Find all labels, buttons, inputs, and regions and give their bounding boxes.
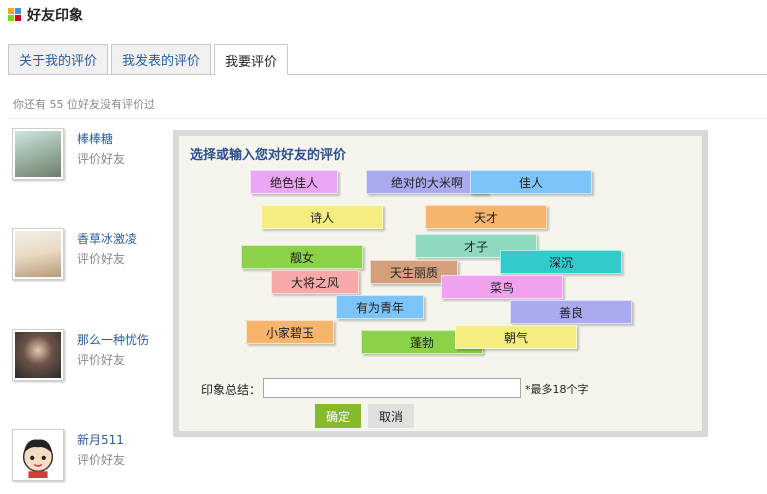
avatar[interactable]	[12, 228, 64, 280]
dialog-title: 选择或输入您对好友的评价	[190, 148, 347, 163]
friends-impression-icon	[8, 8, 22, 22]
friend-name[interactable]: 香草冰激凌	[77, 230, 137, 247]
tag-option[interactable]: 小家碧玉	[246, 320, 334, 344]
rate-friend-link[interactable]: 评价好友	[77, 250, 125, 267]
tag-option[interactable]: 有为青年	[336, 295, 424, 319]
cartoon-avatar-icon	[15, 432, 61, 478]
rate-friend-link[interactable]: 评价好友	[77, 351, 125, 368]
tag-option[interactable]: 靓女	[241, 245, 363, 269]
cancel-button[interactable]: 取消	[368, 404, 414, 428]
tag-option[interactable]: 诗人	[261, 205, 383, 229]
rate-friend-link[interactable]: 评价好友	[77, 451, 125, 468]
friend-name[interactable]: 那么一种忧伤	[77, 331, 149, 348]
rate-friend-dialog: 选择或输入您对好友的评价 绝对的大米啊 绝色佳人 佳人 诗人 天才 才子 靓女 …	[173, 130, 708, 437]
avatar[interactable]	[12, 128, 64, 180]
summary-label: 印象总结：	[201, 383, 262, 397]
tab-my-posted[interactable]: 我发表的评价	[111, 44, 212, 74]
tab-about-me[interactable]: 关于我的评价	[8, 44, 109, 74]
avatar[interactable]	[12, 429, 64, 481]
rate-friend-link[interactable]: 评价好友	[77, 150, 125, 167]
page-header: 好友印象	[8, 6, 83, 24]
tag-option[interactable]: 天才	[425, 205, 547, 229]
tag-option[interactable]: 大将之风	[271, 270, 359, 294]
tag-option[interactable]: 朝气	[455, 325, 577, 349]
tag-option[interactable]: 绝色佳人	[250, 170, 338, 194]
page-title: 好友印象	[27, 8, 83, 24]
friend-item: 棒棒糖 评价好友	[12, 128, 172, 184]
tag-option[interactable]: 深沉	[500, 250, 622, 274]
tag-option[interactable]: 佳人	[470, 170, 592, 194]
avatar[interactable]	[12, 329, 64, 381]
friend-item: 新月511 评价好友	[12, 429, 172, 485]
friend-name[interactable]: 新月511	[77, 431, 124, 448]
dialog-body: 选择或输入您对好友的评价 绝对的大米啊 绝色佳人 佳人 诗人 天才 才子 靓女 …	[179, 136, 702, 431]
tab-divider	[8, 74, 767, 75]
tab-bar: 关于我的评价 我发表的评价 我要评价	[8, 44, 291, 75]
summary-hint: *最多18个字	[525, 383, 589, 396]
friend-item: 那么一种忧伤 评价好友	[12, 329, 172, 385]
tag-option[interactable]: 菜鸟	[441, 275, 563, 299]
friend-item: 香草冰激凌 评价好友	[12, 228, 172, 284]
summary-input[interactable]	[263, 378, 521, 398]
tab-rate-friends[interactable]: 我要评价	[214, 44, 289, 75]
pending-count-text: 你还有 55 位好友没有评价过	[13, 98, 155, 111]
tag-option[interactable]: 善良	[510, 300, 632, 324]
confirm-button[interactable]: 确定	[315, 404, 361, 428]
section-divider	[8, 118, 767, 119]
friend-name[interactable]: 棒棒糖	[77, 130, 113, 147]
